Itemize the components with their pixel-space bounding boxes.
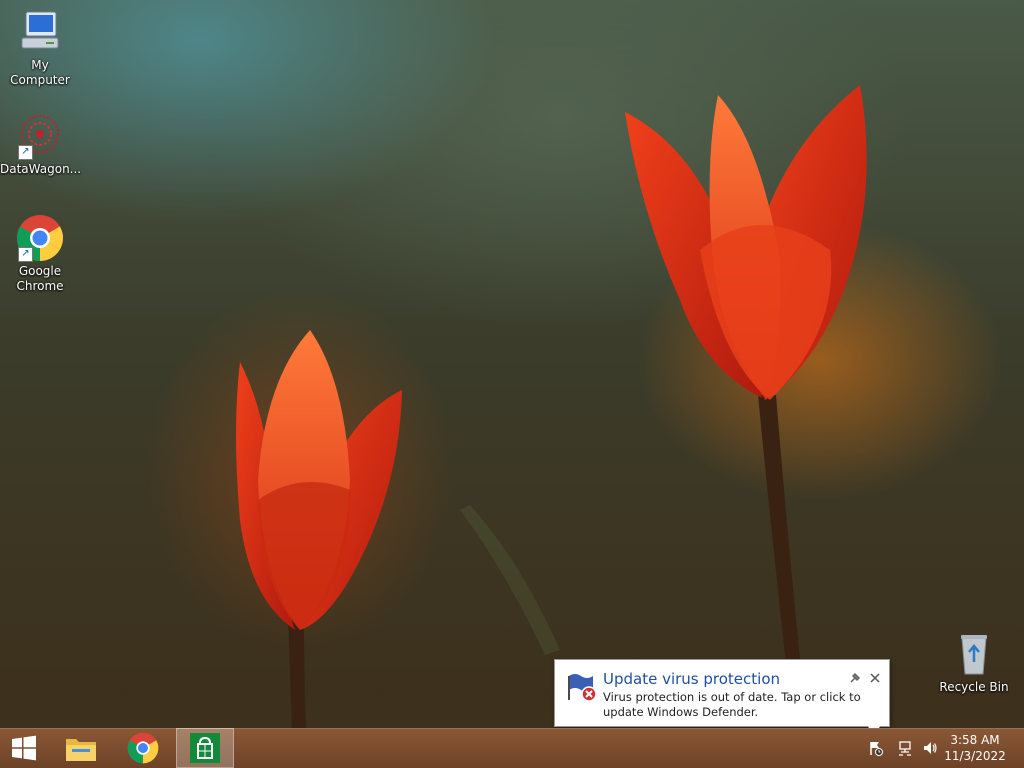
action-center-flag-icon[interactable]: [868, 740, 884, 756]
clock-time: 3:58 AM: [950, 733, 1000, 747]
desktop-icon-datawagon[interactable]: ↗ DataWagon...: [0, 112, 82, 177]
shortcut-arrow-icon: ↗: [18, 247, 33, 262]
tulip-left: [236, 330, 402, 630]
taskbar: 3:58 AM 11/3/2022: [0, 728, 1024, 768]
start-button[interactable]: [2, 728, 46, 768]
chrome-icon: ↗: [16, 214, 64, 262]
recycle-bin-icon: [950, 630, 998, 678]
desktop-wallpaper: [236, 85, 867, 728]
taskbar-store[interactable]: [176, 728, 234, 768]
options-icon[interactable]: [849, 669, 861, 683]
network-icon[interactable]: [898, 740, 914, 756]
desktop-icon-label: Recycle Bin: [939, 680, 1009, 694]
desktop-icon-label: Google Chrome: [16, 264, 64, 293]
notification-title: Update virus protection: [603, 670, 781, 688]
taskbar-clock[interactable]: 3:58 AM 11/3/2022: [940, 732, 1010, 764]
datawagon-icon: ↗: [16, 112, 64, 160]
taskbar-google-chrome[interactable]: [118, 728, 168, 768]
desktop-icon-my-computer[interactable]: My Computer: [0, 8, 80, 88]
volume-icon[interactable]: [922, 740, 938, 756]
shortcut-arrow-icon: ↗: [18, 145, 33, 160]
desktop-icon-recycle-bin[interactable]: Recycle Bin: [934, 630, 1014, 695]
desktop-icon-label: My Computer: [10, 58, 70, 87]
taskbar-file-explorer[interactable]: [58, 728, 104, 768]
computer-icon: [16, 8, 64, 56]
store-icon: [190, 733, 220, 763]
tulip-right: [625, 85, 867, 400]
desktop-icon-label: DataWagon...: [0, 162, 82, 176]
close-icon[interactable]: [869, 669, 881, 683]
defender-warning-icon: [565, 670, 597, 702]
chrome-icon: [127, 732, 159, 764]
notification-message: Virus protection is out of date. Tap or …: [603, 690, 861, 719]
windows-start-icon: [12, 735, 36, 761]
notification-balloon[interactable]: Update virus protection Virus protection…: [554, 659, 890, 727]
file-explorer-icon: [66, 739, 96, 761]
clock-date: 11/3/2022: [944, 749, 1006, 763]
desktop-icon-google-chrome[interactable]: ↗ Google Chrome: [0, 214, 80, 294]
